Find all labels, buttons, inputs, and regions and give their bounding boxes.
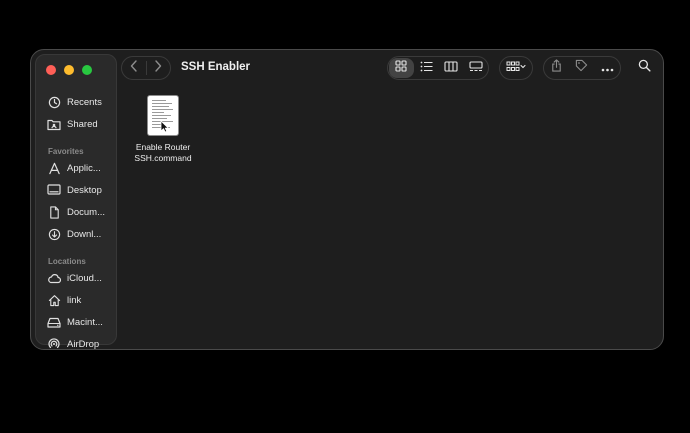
- sidebar-item-home[interactable]: link: [47, 291, 117, 309]
- sidebar-item-label: Applic...: [67, 162, 101, 174]
- sidebar: Recents Shared Favorites Applic... Deskt…: [35, 54, 117, 349]
- forward-button[interactable]: [146, 57, 170, 79]
- tag-icon: [575, 59, 588, 76]
- sidebar-item-documents[interactable]: Docum...: [47, 203, 117, 221]
- sidebar-section-favorites: Favorites: [48, 147, 84, 156]
- navigation-group: [121, 56, 171, 80]
- share-icon: [551, 59, 562, 76]
- file-name: Enable Router SSH.command: [134, 142, 192, 163]
- search-icon: [638, 59, 651, 77]
- view-mode-group: [387, 56, 489, 80]
- group-grid-icon: [506, 59, 526, 77]
- sidebar-item-icloud[interactable]: iCloud...: [47, 269, 117, 287]
- chevron-right-icon: [154, 59, 162, 77]
- more-icon: [601, 59, 614, 76]
- sidebar-item-macintosh-hd[interactable]: Macint...: [47, 313, 117, 331]
- sidebar-item-applications[interactable]: Applic...: [47, 159, 117, 177]
- command-script-icon: [148, 96, 178, 135]
- home-icon: [47, 293, 61, 307]
- group-button[interactable]: [499, 56, 533, 80]
- sidebar-item-label: iCloud...: [67, 272, 102, 284]
- document-icon: [47, 205, 61, 219]
- sidebar-item-label: Docum...: [67, 206, 106, 218]
- gallery-icon: [469, 59, 483, 77]
- tag-button[interactable]: [575, 59, 588, 77]
- finder-window: Recents Shared Favorites Applic... Deskt…: [30, 49, 664, 350]
- sidebar-item-label: Macint...: [67, 316, 103, 328]
- sidebar-item-desktop[interactable]: Desktop: [47, 181, 117, 199]
- minimize-button[interactable]: [64, 65, 74, 75]
- sidebar-section-locations: Locations: [48, 257, 86, 266]
- gallery-view-button[interactable]: [463, 58, 488, 78]
- close-button[interactable]: [46, 65, 56, 75]
- pointer-cursor-icon: [160, 120, 169, 138]
- chevron-left-icon: [130, 59, 138, 77]
- icon-grid-icon: [395, 59, 407, 77]
- cloud-icon: [47, 271, 61, 285]
- columns-icon: [444, 59, 458, 77]
- desktop-icon: [47, 183, 61, 197]
- share-button[interactable]: [551, 59, 562, 77]
- shared-folder-icon: [47, 117, 61, 131]
- download-icon: [47, 227, 61, 241]
- actions-group: [543, 56, 621, 80]
- sidebar-item-shared[interactable]: Shared: [47, 115, 117, 133]
- icon-view-button[interactable]: [389, 58, 414, 78]
- sidebar-item-label: link: [67, 294, 82, 306]
- sidebar-item-label: Shared: [67, 118, 98, 130]
- sidebar-item-label: Downl...: [67, 228, 102, 240]
- zoom-button[interactable]: [82, 65, 92, 75]
- list-view-button[interactable]: [414, 58, 439, 78]
- more-button[interactable]: [601, 59, 614, 77]
- drive-icon: [47, 315, 61, 329]
- sidebar-item-label: Desktop: [67, 184, 102, 196]
- clock-icon: [47, 95, 61, 109]
- search-button[interactable]: [635, 59, 653, 77]
- window-title: SSH Enabler: [181, 61, 251, 73]
- column-view-button[interactable]: [439, 58, 464, 78]
- applications-icon: [47, 161, 61, 175]
- airdrop-icon: [47, 337, 61, 349]
- sidebar-item-label: AirDrop: [67, 338, 100, 350]
- sidebar-item-label: Recents: [67, 96, 102, 108]
- back-button[interactable]: [122, 57, 146, 79]
- file-item[interactable]: Enable Router SSH.command: [129, 96, 197, 163]
- traffic-lights: [46, 65, 92, 75]
- sidebar-item-downloads[interactable]: Downl...: [47, 225, 117, 243]
- sidebar-item-recents[interactable]: Recents: [47, 93, 117, 111]
- list-icon: [420, 59, 433, 77]
- toolbar: SSH Enabler: [121, 56, 657, 82]
- sidebar-item-airdrop[interactable]: AirDrop: [47, 335, 117, 350]
